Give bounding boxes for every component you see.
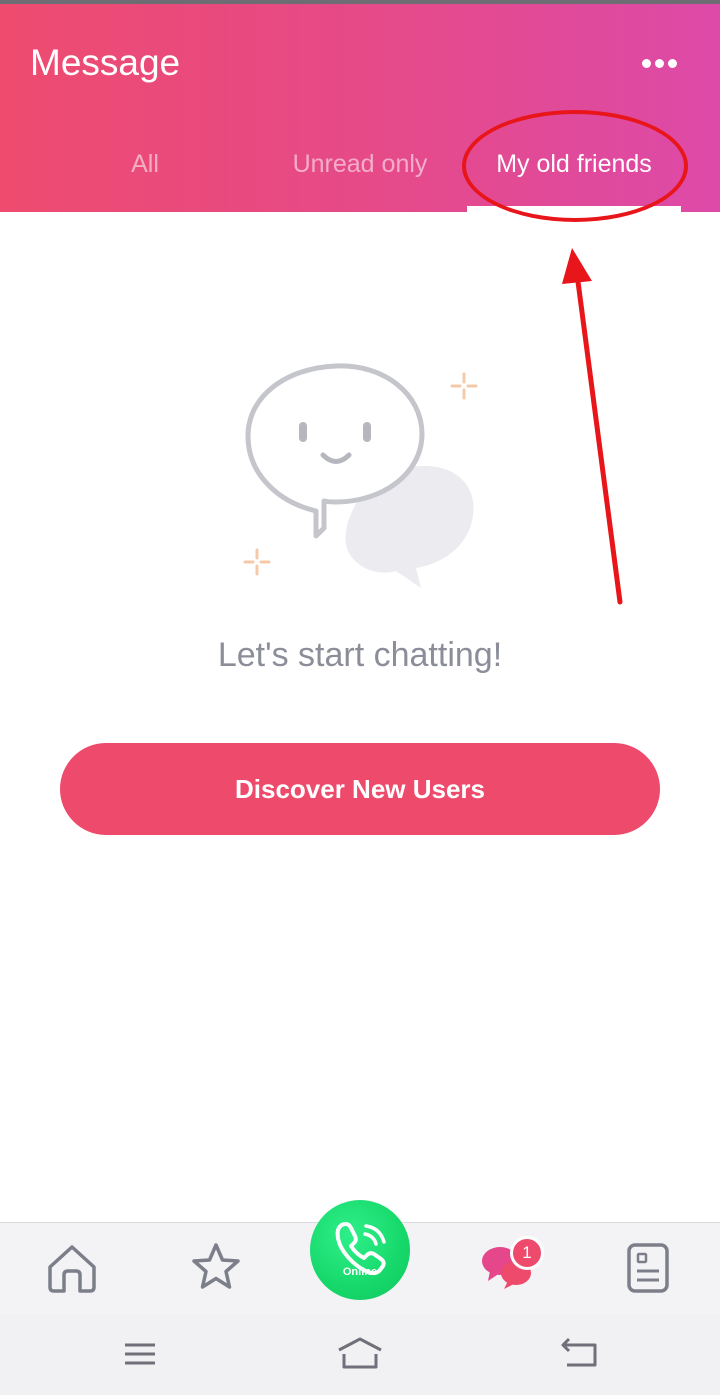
system-menu-button[interactable]: [115, 1334, 165, 1374]
online-label: Online: [342, 1266, 378, 1278]
nav-profile[interactable]: [618, 1237, 678, 1297]
menu-icon: [125, 1343, 155, 1365]
nav-favorites[interactable]: [186, 1237, 246, 1297]
unread-badge: 1: [510, 1236, 544, 1270]
page-title: Message: [30, 42, 181, 83]
more-options-button[interactable]: [636, 50, 684, 78]
back-icon: [561, 1337, 597, 1367]
empty-state-message: Let's start chatting!: [217, 636, 503, 674]
more-dots-icon: [642, 59, 651, 68]
online-call-button[interactable]: Online: [310, 1200, 410, 1300]
annotation-arrow: [562, 248, 623, 605]
home-icon: [48, 1245, 96, 1293]
annotation-circle: [462, 110, 688, 222]
phone-icon: [335, 1222, 386, 1276]
nav-home[interactable]: [42, 1237, 102, 1297]
home-outline-icon: [338, 1337, 382, 1369]
system-navigation-bar: [0, 1314, 720, 1395]
profile-card-icon: [627, 1243, 669, 1293]
star-icon: [192, 1243, 240, 1289]
discover-new-users-button[interactable]: Discover New Users: [60, 743, 660, 835]
system-back-button[interactable]: [555, 1334, 605, 1374]
tab-unread-only[interactable]: Unread only: [255, 132, 465, 196]
tab-all[interactable]: All: [45, 132, 245, 196]
system-home-button[interactable]: [335, 1334, 385, 1374]
smiling-chat-bubble-icon: [243, 363, 478, 588]
